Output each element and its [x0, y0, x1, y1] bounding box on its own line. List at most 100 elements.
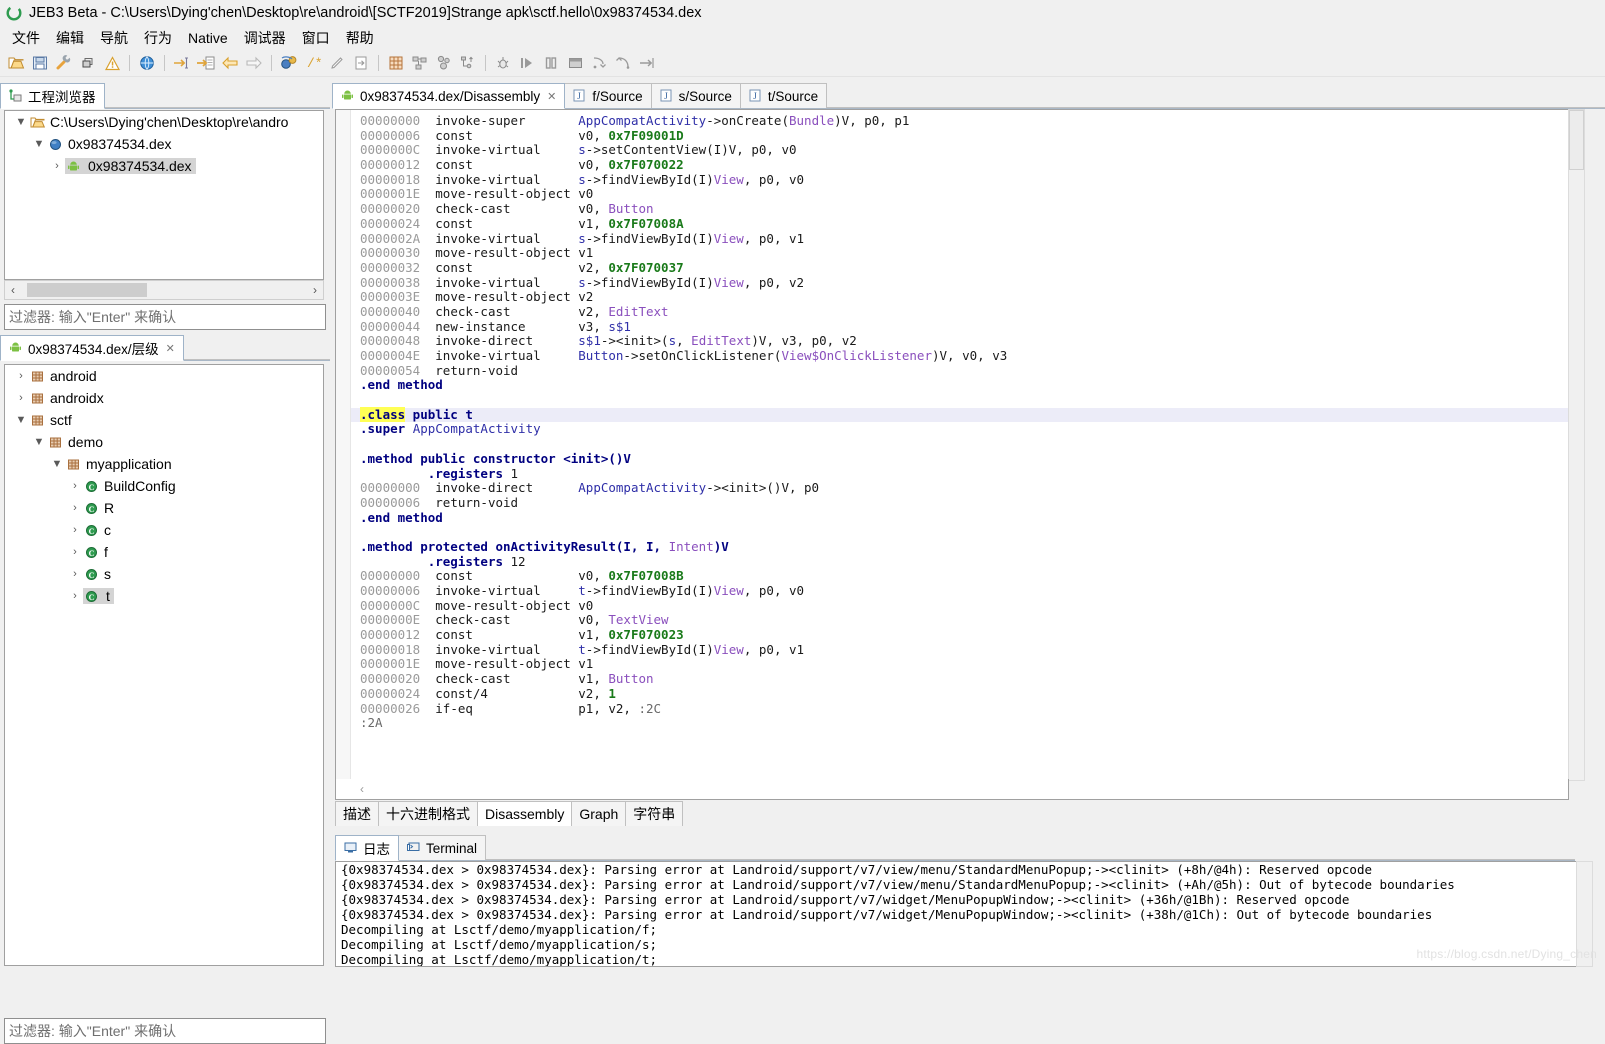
- close-icon[interactable]: ✕: [547, 90, 556, 103]
- step-into-icon[interactable]: [588, 52, 610, 74]
- debug-bug-icon[interactable]: [492, 52, 514, 74]
- tree-row[interactable]: ▼ demo: [5, 431, 323, 453]
- hscroll-thumb[interactable]: [27, 283, 147, 297]
- chevron-right-icon[interactable]: ›: [67, 546, 83, 558]
- tab-hierarchy[interactable]: 0x98374534.dex/层级 ✕: [0, 335, 184, 361]
- chevron-down-icon[interactable]: ▼: [13, 116, 29, 128]
- hierarchy-filter-input[interactable]: 过滤器: 输入"Enter" 来确认: [4, 1018, 326, 1044]
- chevron-right-icon[interactable]: ›: [67, 502, 83, 514]
- menu-help[interactable]: 帮助: [338, 26, 382, 50]
- decompile-icon[interactable]: [278, 52, 300, 74]
- scroll-right-arrow-icon[interactable]: ›: [307, 283, 323, 297]
- disassembly-code[interactable]: 00000000 invoke-super AppCompatActivity-…: [336, 110, 1568, 731]
- tab-log[interactable]: 日志: [335, 835, 399, 861]
- code-address: 0000003E: [360, 289, 436, 305]
- pause-icon[interactable]: [540, 52, 562, 74]
- comment-icon[interactable]: /*: [302, 52, 324, 74]
- chevron-right-icon[interactable]: ›: [67, 568, 83, 580]
- chevron-down-icon[interactable]: ▼: [31, 436, 47, 448]
- export-icon[interactable]: [350, 52, 372, 74]
- stop-icon[interactable]: [564, 52, 586, 74]
- tree-row[interactable]: › C c: [5, 519, 323, 541]
- nodes-icon[interactable]: [433, 52, 455, 74]
- chevron-right-icon[interactable]: ›: [49, 160, 65, 172]
- project-filter-input[interactable]: 过滤器: 输入"Enter" 来确认: [4, 304, 326, 330]
- chevron-right-icon[interactable]: ›: [67, 590, 83, 602]
- goto-document-icon[interactable]: [195, 52, 217, 74]
- disassembly-editor[interactable]: 00000000 invoke-super AppCompatActivity-…: [335, 109, 1569, 781]
- tree-row[interactable]: › C f: [5, 541, 323, 563]
- chevron-right-icon[interactable]: ›: [67, 480, 83, 492]
- tab-strings[interactable]: 字符串: [625, 801, 684, 826]
- save-icon[interactable]: [29, 52, 51, 74]
- tree-row[interactable]: › androidx: [5, 387, 323, 409]
- svg-text:J: J: [753, 91, 757, 101]
- wrench-icon[interactable]: [53, 52, 75, 74]
- rename-icon[interactable]: [326, 52, 348, 74]
- tree-row[interactable]: ▼ 0x98374534.dex: [5, 133, 323, 155]
- tree-row[interactable]: ▼ myapplication: [5, 453, 323, 475]
- globe-icon[interactable]: [136, 52, 158, 74]
- hscroll-track[interactable]: [21, 283, 307, 297]
- log-output[interactable]: {0x98374534.dex > 0x98374534.dex}: Parsi…: [335, 861, 1577, 967]
- graph-icon[interactable]: [409, 52, 431, 74]
- editor-vscrollbar[interactable]: [1568, 109, 1585, 781]
- tree-row[interactable]: › C BuildConfig: [5, 475, 323, 497]
- close-icon[interactable]: ✕: [166, 342, 175, 355]
- hierarchy-tree[interactable]: › android › androidx ▼ sctf ▼ demo ▼ mya…: [4, 364, 324, 966]
- open-folder-icon[interactable]: [5, 52, 27, 74]
- tab-f-source[interactable]: J f/Source: [564, 83, 652, 108]
- tree-row[interactable]: › android: [5, 365, 323, 387]
- tree-row-selected[interactable]: › C t: [5, 585, 323, 607]
- tree-row[interactable]: › C s: [5, 563, 323, 585]
- class-icon: C: [83, 500, 99, 516]
- tab-t-source[interactable]: J t/Source: [739, 83, 828, 108]
- chevron-down-icon[interactable]: ▼: [31, 138, 47, 150]
- tab-description[interactable]: 描述: [335, 801, 379, 826]
- scroll-left-arrow-icon[interactable]: ‹: [360, 782, 364, 796]
- windows-icon[interactable]: [77, 52, 99, 74]
- log-line: {0x98374534.dex > 0x98374534.dex}: Parsi…: [341, 907, 1433, 922]
- project-tree-hscrollbar[interactable]: ‹ ›: [4, 280, 324, 300]
- menu-action[interactable]: 行为: [136, 26, 180, 50]
- menu-native[interactable]: Native: [180, 28, 236, 48]
- step-over-icon[interactable]: [612, 52, 634, 74]
- menu-file[interactable]: 文件: [4, 26, 48, 50]
- chevron-down-icon[interactable]: ▼: [13, 414, 29, 426]
- tab-project-explorer[interactable]: 工程浏览器: [0, 83, 105, 109]
- chevron-down-icon[interactable]: ▼: [49, 458, 65, 470]
- chevron-right-icon[interactable]: ›: [13, 392, 29, 404]
- step-out-icon[interactable]: [636, 52, 658, 74]
- tab-terminal[interactable]: Terminal: [398, 835, 487, 860]
- forward-arrow-icon[interactable]: [243, 52, 265, 74]
- code-address: 00000054: [360, 362, 436, 378]
- chevron-right-icon[interactable]: ›: [67, 524, 83, 536]
- warning-icon[interactable]: [101, 52, 123, 74]
- right-panel-column: 0x98374534.dex/Disassembly ✕ J f/Source …: [332, 82, 1605, 973]
- editor-hscrollbar[interactable]: ‹: [335, 779, 1569, 800]
- editor-vscroll-thumb[interactable]: [1569, 110, 1584, 170]
- hierarchy-icon[interactable]: [457, 52, 479, 74]
- tree-row[interactable]: › C R: [5, 497, 323, 519]
- chevron-right-icon[interactable]: ›: [13, 370, 29, 382]
- tab-s-source[interactable]: J s/Source: [650, 83, 741, 108]
- tab-disassembly-view[interactable]: Disassembly: [477, 801, 573, 826]
- code-line: 00000012 const v1, 0x7F070023: [360, 627, 684, 643]
- tab-graph[interactable]: Graph: [571, 801, 627, 826]
- tab-hex-format[interactable]: 十六进制格式: [378, 801, 478, 826]
- scroll-left-arrow-icon[interactable]: ‹: [5, 283, 21, 297]
- menu-navigation[interactable]: 导航: [92, 26, 136, 50]
- main-body: 工程浏览器 ▼ C:\Users\Dying'chen\Desktop\re\a…: [0, 82, 1605, 1044]
- tree-row[interactable]: ▼ sctf: [5, 409, 323, 431]
- menu-window[interactable]: 窗口: [294, 26, 338, 50]
- menu-debugger[interactable]: 调试器: [236, 26, 294, 50]
- back-arrow-icon[interactable]: [219, 52, 241, 74]
- menu-edit[interactable]: 编辑: [48, 26, 92, 50]
- tree-row[interactable]: ▼ C:\Users\Dying'chen\Desktop\re\andro: [5, 111, 323, 133]
- project-tree[interactable]: ▼ C:\Users\Dying'chen\Desktop\re\andro ▼…: [4, 110, 324, 280]
- goto-address-icon[interactable]: [171, 52, 193, 74]
- run-icon[interactable]: [516, 52, 538, 74]
- tree-row-selected[interactable]: › 0x98374534.dex: [5, 155, 323, 177]
- grid-icon[interactable]: [385, 52, 407, 74]
- tab-disassembly[interactable]: 0x98374534.dex/Disassembly ✕: [332, 83, 566, 109]
